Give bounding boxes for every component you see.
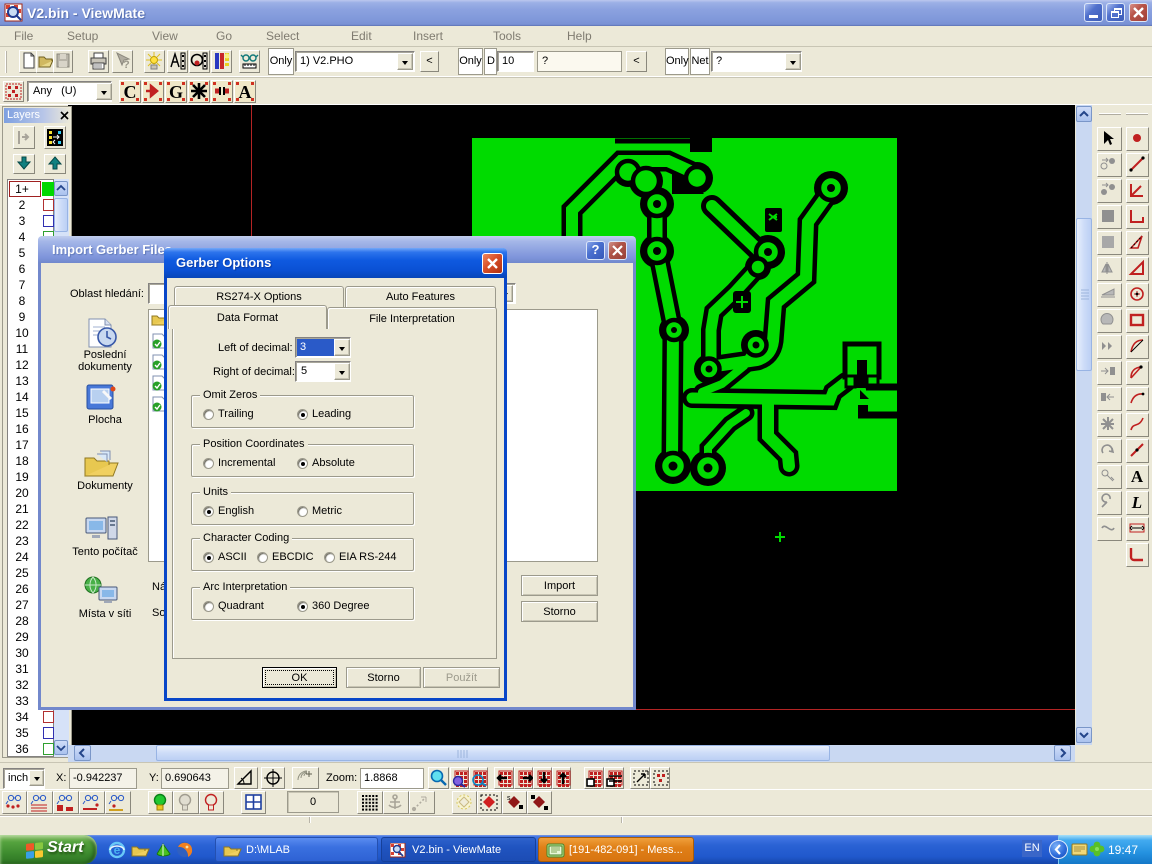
svg-text:A: A	[1131, 467, 1144, 486]
svg-text:s: s	[507, 795, 511, 802]
svg-text:L: L	[1131, 493, 1142, 512]
svg-text:e: e	[114, 843, 121, 857]
svg-text:C: C	[124, 82, 137, 102]
svg-text:A: A	[239, 82, 252, 102]
svg-text:G: G	[169, 82, 183, 102]
svg-text:?: ?	[123, 59, 130, 71]
